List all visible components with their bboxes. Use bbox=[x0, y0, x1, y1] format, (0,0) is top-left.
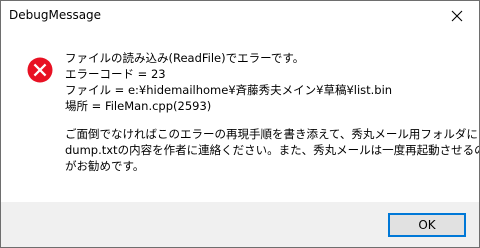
message-line: ファイル = e:¥hidemailhome¥斉藤秀夫メイン¥草稿¥list.b… bbox=[65, 83, 393, 97]
message-line: ファイルの読み込み(ReadFile)でエラーです。 bbox=[65, 51, 305, 65]
error-message: ファイルの読み込み(ReadFile)でエラーです。 エラーコード = 23 フ… bbox=[65, 50, 480, 174]
notice-line: dump.txtの内容を作者に連絡ください。また、秀丸メールは一度再起動させるの bbox=[65, 143, 480, 157]
button-bar: OK bbox=[1, 202, 479, 247]
close-button[interactable] bbox=[435, 1, 479, 31]
message-line: 場所 = FileMan.cpp(2593) bbox=[65, 99, 212, 113]
dialog-window: DebugMessage ファイルの読み込み(ReadFile)でエラーです。 … bbox=[0, 0, 480, 248]
error-icon bbox=[27, 57, 53, 83]
notice-line: がお勧めです。 bbox=[65, 159, 145, 173]
message-line: エラーコード = 23 bbox=[65, 67, 166, 81]
window-title: DebugMessage bbox=[9, 8, 102, 22]
notice-line: ご面倒でなければこのエラーの再現手順を書き添えて、秀丸メール用フォルダにある bbox=[65, 127, 480, 141]
message-area: ファイルの読み込み(ReadFile)でエラーです。 エラーコード = 23 フ… bbox=[1, 31, 479, 202]
ok-button[interactable]: OK bbox=[388, 213, 466, 237]
title-bar: DebugMessage bbox=[1, 1, 479, 31]
close-icon bbox=[451, 10, 463, 22]
